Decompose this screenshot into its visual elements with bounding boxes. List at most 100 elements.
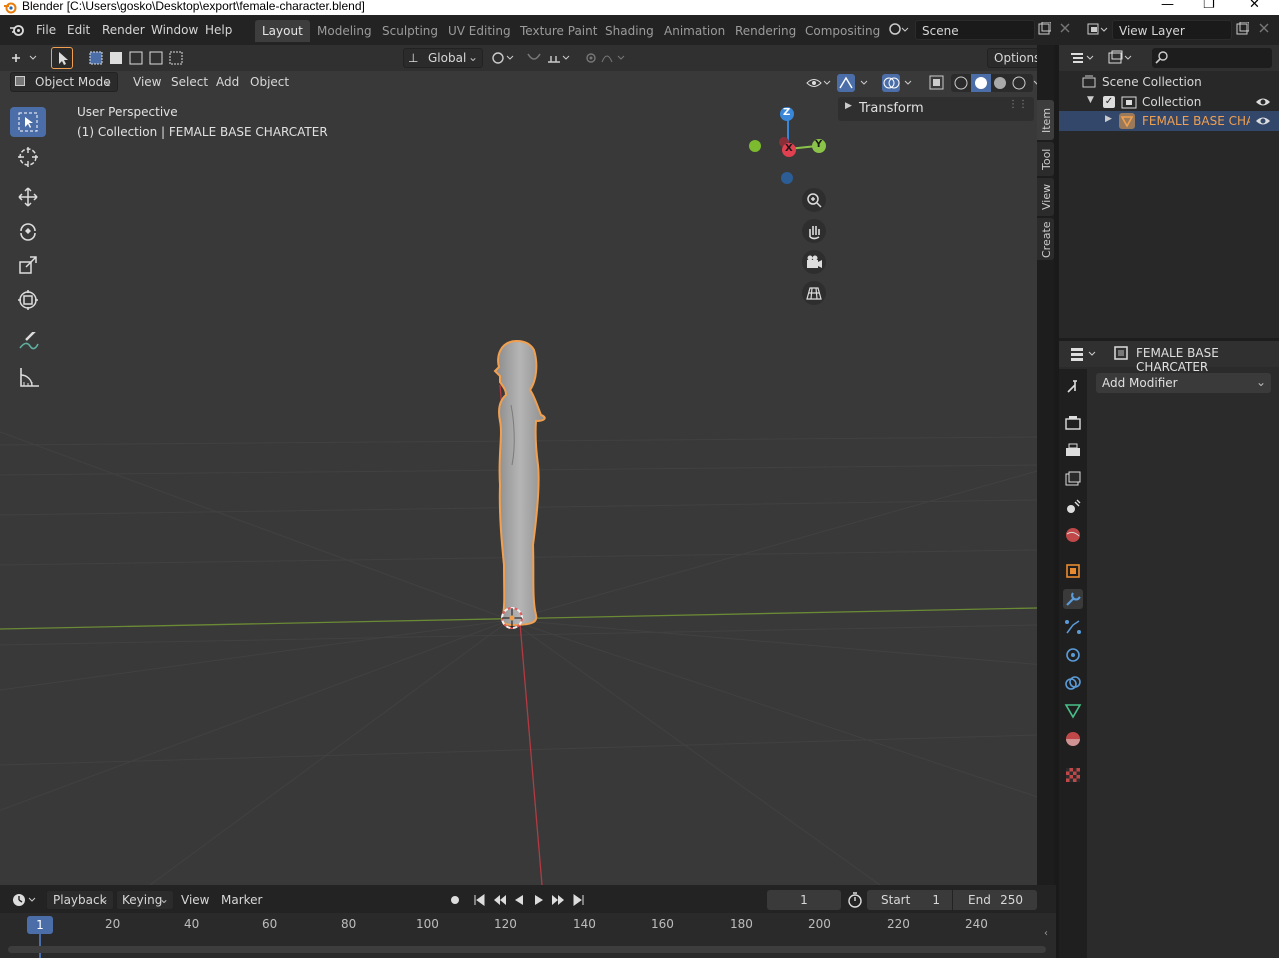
outliner-search-input[interactable] — [1152, 48, 1272, 68]
viewport-menu-add[interactable]: Add — [210, 73, 245, 93]
timeline-scrollbar[interactable] — [8, 946, 1046, 953]
ortho-toggle-button[interactable] — [802, 281, 826, 305]
view-layer-field[interactable]: View Layer — [1112, 20, 1232, 40]
timeline-ruler[interactable]: 1 20 40 60 80 100 120 140 160 180 200 22… — [0, 913, 1056, 958]
view-layer-icon[interactable] — [1086, 21, 1108, 39]
scene-name-field[interactable]: Scene — [915, 20, 1035, 40]
blender-menu-icon[interactable] — [9, 23, 25, 37]
timeline-menu-view[interactable]: View — [181, 893, 209, 907]
tick-200: 200 — [808, 917, 831, 931]
keying-dropdown[interactable]: Keying ⌄ — [116, 890, 174, 910]
tab-view-layer-props[interactable] — [1063, 469, 1083, 489]
tab-uv-editing[interactable]: UV Editing — [441, 20, 518, 42]
playback-controls[interactable] — [444, 890, 594, 910]
tab-texture-paint[interactable]: Texture Paint — [513, 20, 604, 42]
tab-layout[interactable]: Layout — [255, 20, 310, 42]
delete-scene-icon[interactable] — [1059, 22, 1071, 34]
npanel-tab-item[interactable]: Item — [1037, 100, 1054, 140]
active-tool-indicator[interactable] — [51, 47, 73, 69]
scene-selector-icon[interactable] — [888, 21, 910, 39]
editor-type-icon[interactable] — [10, 50, 40, 66]
npanel-tab-view[interactable]: View — [1037, 178, 1054, 216]
menu-file[interactable]: File — [36, 23, 56, 37]
viewport-shading-controls[interactable] — [804, 73, 1037, 93]
tab-material-props[interactable] — [1063, 729, 1083, 749]
options-dropdown[interactable]: Options ⌄ — [987, 48, 1037, 68]
tab-particles-props[interactable] — [1063, 617, 1083, 637]
viewport-menu-view[interactable]: View — [127, 73, 167, 93]
npanel-tab-tool[interactable]: Tool — [1037, 142, 1054, 176]
pivot-snap-proportional-icons[interactable] — [490, 50, 630, 66]
tab-tool-props[interactable] — [1063, 377, 1083, 397]
3d-viewport[interactable]: Z Y X ⊥ Global ⌄ Options ⌄ — [0, 45, 1037, 885]
zoom-button[interactable] — [802, 188, 826, 212]
timeline-editor-type-icon[interactable] — [10, 891, 40, 909]
3d-cursor[interactable] — [501, 607, 523, 629]
tab-mesh-data-props[interactable] — [1063, 701, 1083, 721]
collapse-arrow-icon[interactable]: ▼ — [1087, 95, 1094, 105]
selection-mode-icons[interactable] — [88, 49, 188, 67]
eye-icon[interactable] — [1255, 95, 1271, 109]
properties-editor-icon[interactable] — [1069, 346, 1103, 362]
tab-render-props[interactable] — [1063, 413, 1083, 433]
outliner-header-icons[interactable] — [1069, 50, 1139, 66]
tab-compositing[interactable]: Compositing — [798, 20, 887, 42]
tab-world-props[interactable] — [1063, 525, 1083, 545]
expand-arrow-icon[interactable]: ▶ — [1105, 114, 1112, 124]
stopwatch-icon[interactable] — [847, 892, 863, 908]
menu-render[interactable]: Render — [102, 23, 145, 37]
tab-texture-props[interactable] — [1063, 765, 1083, 785]
collapse-arrow-icon[interactable]: ‹ — [1044, 928, 1048, 939]
outliner-row-object[interactable]: ▶ FEMALE BASE CHARC — [1059, 111, 1279, 131]
transform-orientation-dropdown[interactable]: ⊥ Global ⌄ — [403, 48, 483, 68]
tool-measure[interactable] — [10, 362, 46, 392]
tab-scene-props[interactable] — [1063, 497, 1083, 517]
current-frame-field[interactable]: 1 — [767, 890, 841, 910]
tab-modifier-props[interactable] — [1063, 589, 1083, 609]
new-view-layer-icon[interactable] — [1235, 22, 1249, 36]
new-scene-icon[interactable] — [1037, 22, 1051, 36]
viewport-menu-object[interactable]: Object — [244, 73, 295, 93]
minimize-button[interactable]: — — [1161, 0, 1174, 12]
female-character-mesh[interactable] — [493, 339, 546, 627]
tool-scale[interactable] — [10, 251, 46, 281]
drag-handle-icon[interactable]: ⋮⋮ — [1008, 99, 1028, 110]
close-window-button[interactable]: ✕ — [1249, 0, 1260, 12]
frame-end-field[interactable]: End 250 — [953, 890, 1037, 910]
tool-move[interactable] — [10, 182, 46, 212]
add-modifier-dropdown[interactable]: Add Modifier ⌄ — [1096, 373, 1271, 393]
playback-dropdown[interactable]: Playback ⌄ — [46, 890, 114, 910]
npanel-tab-create[interactable]: Create — [1037, 218, 1054, 260]
outliner-row-collection[interactable]: ▼ ✓ Collection — [1059, 92, 1279, 112]
tool-cursor[interactable] — [10, 142, 46, 172]
tab-constraints-props[interactable] — [1063, 673, 1083, 693]
collection-checkbox[interactable]: ✓ — [1103, 96, 1115, 108]
eye-icon[interactable] — [1255, 114, 1271, 128]
camera-view-button[interactable] — [802, 250, 826, 274]
viewport-menu-select[interactable]: Select — [165, 73, 214, 93]
tab-modeling[interactable]: Modeling — [310, 20, 379, 42]
menu-window[interactable]: Window — [151, 23, 198, 37]
tool-rotate[interactable] — [10, 216, 46, 246]
object-mode-dropdown[interactable]: Object Mode ⌄ — [10, 72, 118, 92]
transform-panel-header[interactable]: ▶ Transform ⋮⋮ — [838, 97, 1034, 121]
tab-physics-props[interactable] — [1063, 645, 1083, 665]
tab-sculpting[interactable]: Sculpting — [375, 20, 445, 42]
tab-rendering[interactable]: Rendering — [728, 20, 803, 42]
timeline-menu-marker[interactable]: Marker — [221, 893, 262, 907]
tab-shading[interactable]: Shading — [598, 20, 661, 42]
menu-edit[interactable]: Edit — [67, 23, 90, 37]
tab-animation[interactable]: Animation — [657, 20, 732, 42]
restore-button[interactable]: ❐ — [1203, 0, 1215, 12]
pan-button[interactable] — [802, 219, 826, 243]
tool-transform[interactable] — [10, 285, 46, 315]
tool-select-box[interactable] — [10, 107, 46, 137]
playhead-frame-badge[interactable]: 1 — [27, 916, 53, 934]
tool-annotate[interactable] — [10, 327, 46, 357]
menu-help[interactable]: Help — [205, 23, 232, 37]
tab-object-props[interactable] — [1063, 561, 1083, 581]
outliner-row-scene-collection[interactable]: Scene Collection — [1059, 72, 1279, 92]
tab-output-props[interactable] — [1063, 441, 1083, 461]
frame-start-field[interactable]: Start 1 — [867, 890, 952, 910]
delete-view-layer-icon[interactable] — [1258, 22, 1270, 34]
